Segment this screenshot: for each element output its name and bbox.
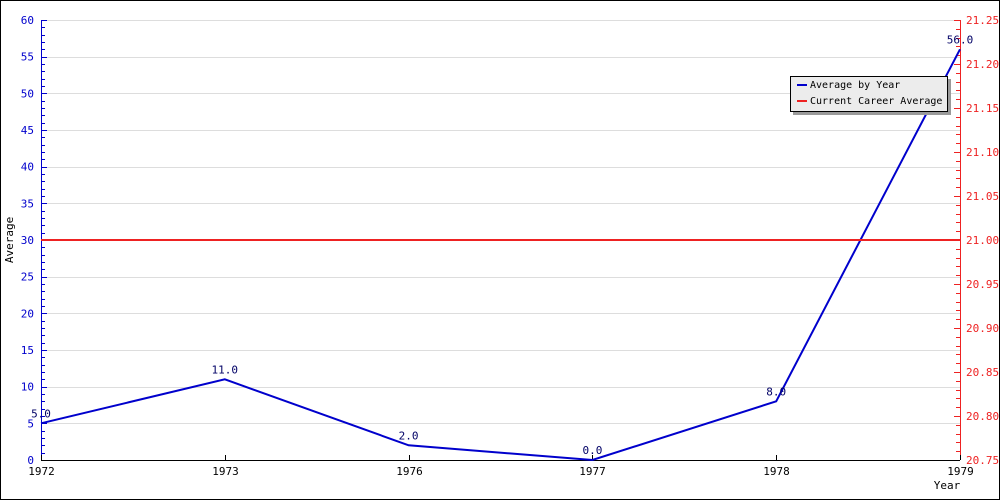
- data-label: 5.0: [31, 407, 51, 420]
- data-label: 56.0: [947, 33, 974, 46]
- left-tick-label: 50: [21, 87, 34, 100]
- left-tick-label: 25: [21, 271, 34, 284]
- legend-swatch-blue: [797, 84, 807, 86]
- x-tick-label: 1972: [28, 465, 55, 478]
- x-tick-label: 1978: [763, 465, 790, 478]
- legend-label: Current Career Average: [810, 96, 943, 107]
- right-y-axis: 20.7520.8020.8520.9020.9521.0021.0521.10…: [954, 14, 999, 467]
- x-axis-title: Year: [934, 479, 961, 492]
- legend: Average by Year Current Career Average: [790, 76, 948, 112]
- right-tick-label: 21.20: [966, 58, 999, 71]
- right-tick-label: 21.05: [966, 190, 999, 203]
- right-tick-label: 21.10: [966, 146, 999, 159]
- right-tick-label: 21.25: [966, 14, 999, 27]
- left-tick-label: 60: [21, 14, 34, 27]
- left-tick-label: 35: [21, 197, 34, 210]
- right-tick-label: 20.80: [966, 410, 999, 423]
- data-label: 11.0: [212, 363, 239, 376]
- left-tick-label: 30: [21, 234, 34, 247]
- left-tick-label: 20: [21, 307, 34, 320]
- right-tick-label: 21.15: [966, 102, 999, 115]
- left-tick-label: 55: [21, 51, 34, 64]
- y-axis-title: Average: [3, 217, 16, 263]
- left-tick-label: 45: [21, 124, 34, 137]
- left-tick-label: 10: [21, 381, 34, 394]
- x-tick-label: 1977: [579, 465, 606, 478]
- x-tick-label: 1976: [396, 465, 423, 478]
- x-tick-label: 1979: [947, 465, 974, 478]
- data-label: 8.0: [766, 385, 786, 398]
- x-tick-label: 1973: [212, 465, 239, 478]
- left-tick-label: 40: [21, 161, 34, 174]
- right-tick-label: 20.95: [966, 278, 999, 291]
- legend-label: Average by Year: [810, 80, 901, 91]
- legend-item-career-average: Current Career Average: [797, 95, 942, 109]
- data-label: 0.0: [582, 444, 602, 457]
- x-axis: 1972 1973 1976 1977 1978 1979: [28, 455, 974, 478]
- right-tick-label: 20.90: [966, 322, 999, 335]
- left-tick-label: 15: [21, 344, 34, 357]
- legend-swatch-red: [797, 100, 807, 102]
- right-tick-label: 20.85: [966, 366, 999, 379]
- legend-item-average-by-year: Average by Year: [797, 79, 900, 93]
- line-chart: 051015202530354045505560 20.7520.8020.85…: [3, 14, 999, 492]
- data-label: 2.0: [399, 429, 419, 442]
- right-tick-label: 21.00: [966, 234, 999, 247]
